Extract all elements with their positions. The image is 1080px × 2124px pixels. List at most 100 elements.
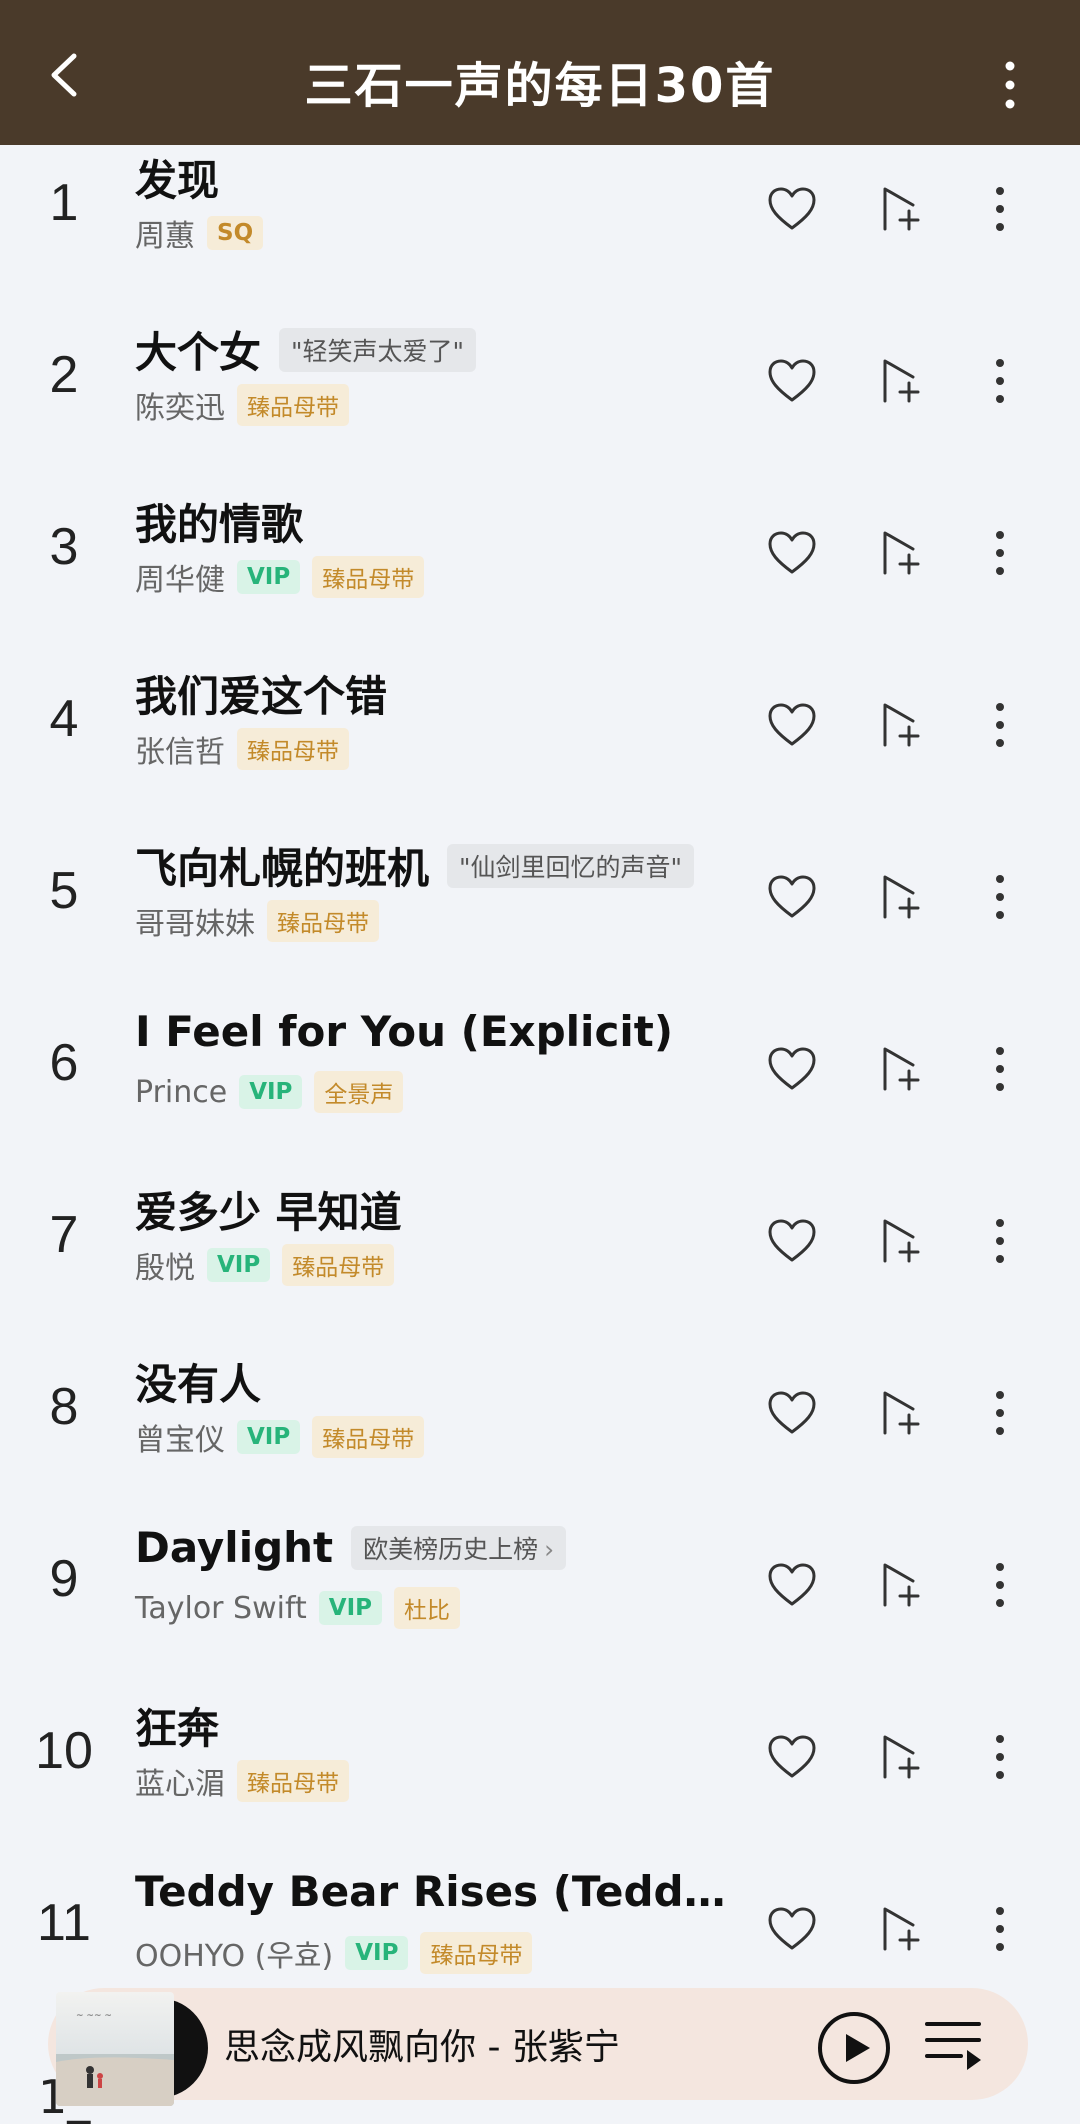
more-vertical-icon[interactable] [970,1727,1030,1787]
artist-name: 殷悦 [135,1251,195,1286]
mini-player[interactable]: ~ ~~ ~ 思念成风飘向你 - 张紫宁 [48,1988,1028,2106]
more-options-icon[interactable] [1000,60,1020,110]
song-meta: 殷悦 VIP 臻品母带 [135,1243,395,1287]
song-index: 2 [49,346,79,404]
song-title-text: 飞向札幌的班机 [135,844,430,893]
song-title-text: 我的情歌 [135,500,304,549]
more-vertical-icon[interactable] [970,1039,1030,1099]
song-title: 我的情歌 [135,491,303,552]
song-actions [762,1727,1030,1787]
more-vertical-icon[interactable] [970,179,1030,239]
add-to-playlist-icon[interactable] [872,1899,932,1959]
song-note-tag[interactable]: 欧美榜历史上榜 › [351,1525,567,1570]
song-title-text: 大个女 [135,328,262,377]
song-title: I Feel for You (Explicit) [135,1007,673,1056]
song-row[interactable]: 9 Daylight 欧美榜历史上榜 › Taylor Swift VIP 杜比 [0,1521,1080,1693]
song-row[interactable]: 1 发现 周蕙 SQ [0,145,1080,317]
svg-text:~ ~~ ~: ~ ~~ ~ [76,2011,112,2021]
song-title: 狂奔 [135,1695,219,1756]
song-title-text: Teddy Bear Rises (Teddy Be... [135,1867,735,1916]
more-vertical-icon[interactable] [970,351,1030,411]
song-actions [762,695,1030,755]
song-index: 4 [49,690,79,748]
add-to-playlist-icon[interactable] [872,523,932,583]
add-to-playlist-icon[interactable] [872,1383,932,1443]
song-title-text: 狂奔 [135,1704,220,1753]
play-icon[interactable] [816,2010,892,2086]
quality-badge: 臻品母带 [237,384,349,426]
more-vertical-icon[interactable] [970,1211,1030,1271]
heart-icon[interactable] [762,179,822,239]
song-meta: Prince VIP 全景声 [135,1071,404,1113]
add-to-playlist-icon[interactable] [872,179,932,239]
more-vertical-icon[interactable] [970,1899,1030,1959]
quality-badge: 臻品母带 [282,1244,395,1286]
song-index: 7 [49,1206,79,1264]
heart-icon[interactable] [762,523,822,583]
more-vertical-icon[interactable] [970,1555,1030,1615]
quality-badge: 全景声 [314,1071,404,1113]
quality-badge: 杜比 [394,1587,460,1629]
song-row[interactable]: 5 飞向札幌的班机 "仙剑里回忆的声音" 哥哥妹妹 臻品母带 [0,833,1080,1005]
song-meta: 哥哥妹妹 臻品母带 [135,899,379,943]
add-to-playlist-icon[interactable] [872,695,932,755]
song-actions [762,1039,1030,1099]
add-to-playlist-icon[interactable] [872,1727,932,1787]
now-playing-text[interactable]: 思念成风飘向你 - 张紫宁 [224,2018,620,2070]
song-row[interactable]: 10 狂奔 蓝心湄 臻品母带 [0,1693,1080,1865]
song-title: Daylight 欧美榜历史上榜 › [135,1523,567,1572]
song-row[interactable]: 2 大个女 "轻笑声太爱了" 陈奕迅 臻品母带 [0,317,1080,489]
page-title: 三石一声的每日30首 [304,58,776,114]
more-vertical-icon[interactable] [970,523,1030,583]
add-to-playlist-icon[interactable] [872,1555,932,1615]
song-row[interactable]: 4 我们爱这个错 张信哲 臻品母带 [0,661,1080,833]
heart-icon[interactable] [762,1555,822,1615]
heart-icon[interactable] [762,1211,822,1271]
song-meta: 曾宝仪 VIP 臻品母带 [135,1415,425,1459]
playlist-queue-icon[interactable] [923,2016,983,2076]
heart-icon[interactable] [762,1727,822,1787]
quality-badge: VIP [318,1591,382,1625]
quality-badge: 臻品母带 [237,1760,349,1802]
add-to-playlist-icon[interactable] [872,351,932,411]
artist-name: 周华健 [135,563,225,598]
add-to-playlist-icon[interactable] [872,1211,932,1271]
song-row[interactable]: 8 没有人 曾宝仪 VIP 臻品母带 [0,1349,1080,1521]
quality-badge: VIP [239,1075,303,1109]
more-vertical-icon[interactable] [970,695,1030,755]
heart-icon[interactable] [762,1039,822,1099]
song-title-text: I Feel for You (Explicit) [135,1007,674,1056]
add-to-playlist-icon[interactable] [872,867,932,927]
song-index: 1 [49,174,79,232]
song-title-text: Daylight [135,1523,334,1572]
artist-name: Taylor Swift [135,1590,307,1626]
artist-name: 蓝心湄 [135,1767,225,1802]
quality-badge: 臻品母带 [420,1932,533,1974]
quality-badge: VIP [207,1248,271,1282]
quality-badge: VIP [237,1420,301,1454]
song-title: 我们爱这个错 [135,663,387,724]
quality-badge: 臻品母带 [267,900,379,942]
quality-badge: VIP [345,1936,409,1970]
quality-badge: 臻品母带 [312,556,425,598]
song-actions [762,351,1030,411]
quality-badge: SQ [207,216,264,250]
heart-icon[interactable] [762,351,822,411]
song-index: 5 [49,862,79,920]
heart-icon[interactable] [762,695,822,755]
song-title-text: 发现 [135,156,220,205]
song-row[interactable]: 7 爱多少 早知道 殷悦 VIP 臻品母带 [0,1177,1080,1349]
more-vertical-icon[interactable] [970,867,1030,927]
artist-name: 陈奕迅 [135,391,225,426]
heart-icon[interactable] [762,867,822,927]
song-row[interactable]: 3 我的情歌 周华健 VIP 臻品母带 [0,489,1080,661]
artist-name: 张信哲 [135,735,225,770]
more-vertical-icon[interactable] [970,1383,1030,1443]
heart-icon[interactable] [762,1899,822,1959]
song-row[interactable]: 6 I Feel for You (Explicit) Prince VIP 全景声 [0,1005,1080,1177]
song-index: 10 [35,1722,93,1780]
heart-icon[interactable] [762,1383,822,1443]
song-index: 9 [49,1550,79,1608]
add-to-playlist-icon[interactable] [872,1039,932,1099]
song-meta: OOHYO (우효) VIP 臻品母带 [135,1931,533,1975]
